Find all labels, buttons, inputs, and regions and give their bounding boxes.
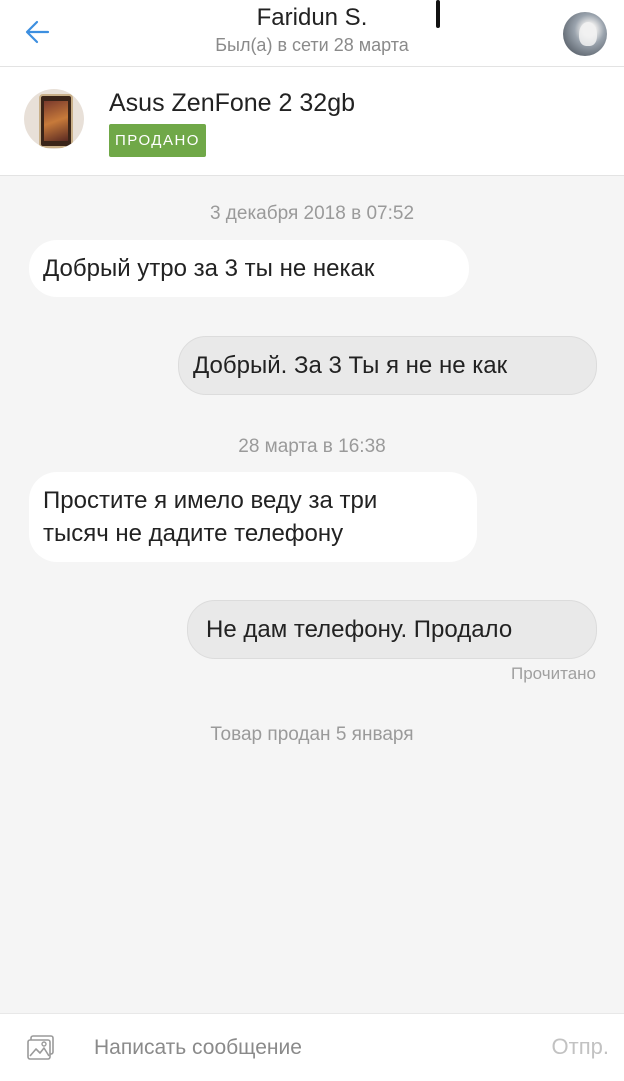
outgoing-message[interactable]: Не дам телефону. Продало xyxy=(187,600,597,659)
message-input[interactable] xyxy=(94,1028,514,1068)
product-title: Asus ZenFone 2 32gb xyxy=(109,89,355,117)
sold-badge: ПРОДАНО xyxy=(109,124,206,157)
attach-image-button[interactable] xyxy=(26,1034,56,1062)
send-button[interactable]: Отпр. xyxy=(552,1034,609,1060)
product-card[interactable]: Asus ZenFone 2 32gb ПРОДАНО xyxy=(0,67,624,176)
contact-name: Faridun S. xyxy=(256,4,368,31)
contact-avatar[interactable] xyxy=(563,12,607,56)
incoming-message[interactable]: Добрый утро за 3 ты не некак xyxy=(29,240,469,297)
message-text-line: тысяч не дадите телефону xyxy=(43,520,344,547)
message-composer: Отпр. xyxy=(0,1013,624,1081)
sold-notice: Товар продан 5 января xyxy=(210,724,414,745)
date-separator: 28 марта в 16:38 xyxy=(238,436,386,457)
phone-image xyxy=(39,94,73,148)
read-receipt: Прочитано xyxy=(511,664,596,683)
message-text: Добрый утро за 3 ты не некак xyxy=(43,255,375,282)
message-text-line: Простите я имело веду за три xyxy=(43,487,378,514)
last-seen-status: Был(а) в сети 28 марта xyxy=(215,35,409,55)
image-icon xyxy=(27,1035,54,1060)
date-separator: 3 декабря 2018 в 07:52 xyxy=(209,203,415,224)
screen-mark xyxy=(436,0,440,28)
outgoing-message[interactable]: Добрый. За 3 Ты я не не как xyxy=(178,336,597,395)
message-text: Не дам телефону. Продало xyxy=(206,616,513,643)
message-text: Добрый. За 3 Ты я не не как xyxy=(193,352,508,379)
incoming-message[interactable]: Простите я имело веду за три тысяч не да… xyxy=(29,472,477,562)
chat-header: Faridun S. Был(а) в сети 28 марта xyxy=(0,0,624,67)
product-thumbnail xyxy=(24,89,84,149)
